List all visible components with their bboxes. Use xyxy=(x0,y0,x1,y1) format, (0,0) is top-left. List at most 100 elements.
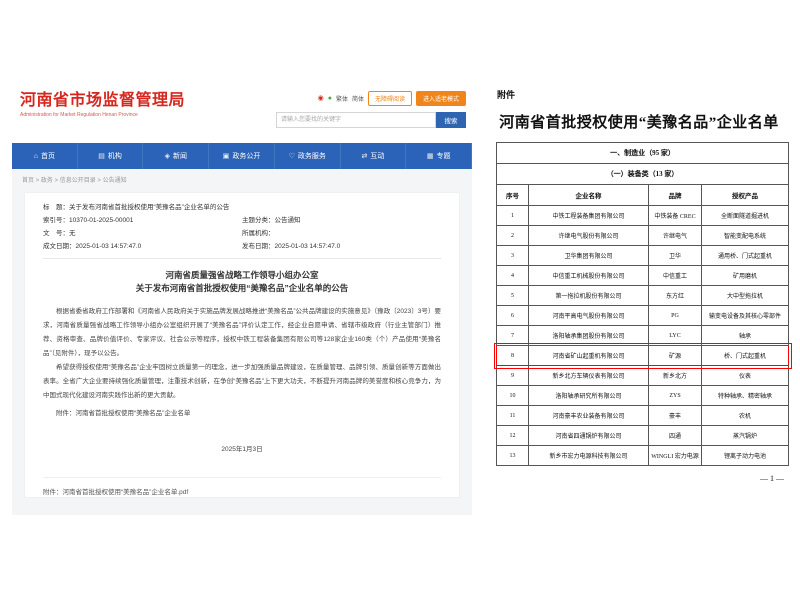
attachment-title: 河南省首批授权使用“美豫名品”企业名单 xyxy=(480,111,798,132)
cell-brand: 矿源 xyxy=(649,346,702,366)
gov-service-icon: ♡ xyxy=(289,152,295,160)
cell-company: 洛阳轴承研究所有限公司 xyxy=(529,386,649,406)
main-nav: ⌂ 首页 ▤ 机构 ◈ 新闻 ▣ 政务公开 ♡ 政务服务 ⇄ 互动 ▦ 专题 xyxy=(12,143,472,169)
cell-product: 桥、门式起重机 xyxy=(702,346,789,366)
cell-no: 8 xyxy=(497,346,529,366)
cell-brand: 新乡北方 xyxy=(649,366,702,386)
cell-product: 矿用磨机 xyxy=(702,266,789,286)
cell-no: 1 xyxy=(497,206,529,226)
cell-company: 新乡市宏力电源科技有限公司 xyxy=(529,446,649,466)
cell-product: 蒸汽锅炉 xyxy=(702,426,789,446)
cell-no: 11 xyxy=(497,406,529,426)
cell-brand: 四通 xyxy=(649,426,702,446)
cell-company: 河南省矿山起重机有限公司 xyxy=(529,346,649,366)
breadcrumb-separator: > xyxy=(96,178,103,184)
breadcrumb-item[interactable]: 首页 xyxy=(22,178,34,184)
cell-company: 河南省四通锅炉有限公司 xyxy=(529,426,649,446)
table-section-equipment: （一）装备类（13 家） xyxy=(497,164,789,185)
meta-published-date: 发布日期：2025-01-03 14:57:47.0 xyxy=(242,240,441,253)
site-main: 首页 > 政务 > 信息公开目录 > 公告通知 标 题： 关于发布河南省首批授权… xyxy=(12,169,472,515)
cell-product: 大中型拖拉机 xyxy=(702,286,789,306)
interact-icon: ⇄ xyxy=(362,152,368,160)
search-button[interactable]: 搜索 xyxy=(436,112,466,128)
breadcrumb-item[interactable]: 政务 xyxy=(41,178,53,184)
special-icon: ▦ xyxy=(427,152,434,160)
nav-item-org[interactable]: ▤ 机构 xyxy=(78,143,144,169)
table-row: 11 河南豪丰农业装备有限公司 豪丰 农机 xyxy=(497,406,789,426)
cell-brand: LYC xyxy=(649,326,702,346)
attachment-pdf-link[interactable]: 附件：河南省首批授权使用“美豫名品”企业名单.pdf xyxy=(43,489,188,496)
nav-item-special[interactable]: ▦ 专题 xyxy=(406,143,472,169)
meta-title-value: 关于发布河南省首批授权使用“美豫名品”企业名单的公告 xyxy=(69,201,229,214)
article-title: 河南省质量强省战略工作领导小组办公室 关于发布河南省首批授权使用“美豫名品”企业… xyxy=(43,269,441,295)
attachment-row: 附件：河南省首批授权使用“美豫名品”企业名单.pdf xyxy=(43,477,441,498)
breadcrumb-separator: > xyxy=(34,178,41,184)
article-paragraph-1: 根据省委省政府工作部署和《河南省人民政府关于实施品牌发展战略推进“美豫名品”公共… xyxy=(43,305,441,361)
cell-company: 河南平高电气股份有限公司 xyxy=(529,306,649,326)
cell-product: 全断面隧道掘进机 xyxy=(702,206,789,226)
table-row: 12 河南省四通锅炉有限公司 四通 蒸汽锅炉 xyxy=(497,426,789,446)
nav-item-news[interactable]: ◈ 新闻 xyxy=(143,143,209,169)
gov-website-panel: 河南省市场监督管理局 Administration for Market Reg… xyxy=(12,85,472,515)
breadcrumb: 首页 > 政务 > 信息公开目录 > 公告通知 xyxy=(12,169,472,188)
meta-org: 所属机构： xyxy=(242,227,441,240)
nav-item-gov-open[interactable]: ▣ 政务公开 xyxy=(209,143,275,169)
attachment-document: 附件 河南省首批授权使用“美豫名品”企业名单 一、制造业（95 家） （一）装备… xyxy=(480,88,798,483)
table-section-manufacturing: 一、制造业（95 家） xyxy=(497,143,789,164)
nav-item-home[interactable]: ⌂ 首页 xyxy=(12,143,78,169)
table-row: 10 洛阳轴承研究所有限公司 ZYS 特种轴承、精密轴承 xyxy=(497,386,789,406)
table-row: 2 许继电气股份有限公司 许继电气 智能变配电系统 xyxy=(497,226,789,246)
nav-item-gov-service[interactable]: ♡ 政务服务 xyxy=(275,143,341,169)
table-row: 7 洛阳轴承集团股份有限公司 LYC 轴承 xyxy=(497,326,789,346)
nav-item-interact[interactable]: ⇄ 互动 xyxy=(341,143,407,169)
cell-no: 10 xyxy=(497,386,529,406)
home-icon: ⌂ xyxy=(34,153,38,160)
cell-no: 13 xyxy=(497,446,529,466)
weibo-icon[interactable]: ◉ xyxy=(318,95,324,102)
table-header-row: 序号 企业名称 品牌 授权产品 xyxy=(497,185,789,206)
cell-brand: 许继电气 xyxy=(649,226,702,246)
article-title-line1: 河南省质量强省战略工作领导小组办公室 xyxy=(43,269,441,282)
announcement-card: 标 题： 关于发布河南省首批授权使用“美豫名品”企业名单的公告 索引号：1037… xyxy=(24,192,460,498)
cell-company: 洛阳轴承集团股份有限公司 xyxy=(529,326,649,346)
breadcrumb-item[interactable]: 信息公开目录 xyxy=(60,178,96,184)
site-logo-subtitle: Administration for Market Regulation Hen… xyxy=(20,112,185,118)
cell-brand: 中铁装备 CREC xyxy=(649,206,702,226)
article-paragraph-2: 希望获得授权使用“美豫名品”企业牢固树立质量第一的理念，进一步加强质量品牌建设，… xyxy=(43,361,441,403)
cell-brand: 东方红 xyxy=(649,286,702,306)
lang-simplified-link[interactable]: 简体 xyxy=(352,94,364,103)
cell-product: 特种轴承、精密轴承 xyxy=(702,386,789,406)
accessibility-button[interactable]: 无障碍阅读 xyxy=(368,91,412,106)
table-row: 5 第一拖拉机股份有限公司 东方红 大中型拖拉机 xyxy=(497,286,789,306)
cell-company: 中信重工机械股份有限公司 xyxy=(529,266,649,286)
cell-product: 农机 xyxy=(702,406,789,426)
table-row: 6 河南平高电气股份有限公司 PG 输变电设备及其核心零部件 xyxy=(497,306,789,326)
gov-open-icon: ▣ xyxy=(223,152,230,160)
article-attachment-line: 附件：河南省首批授权使用“美豫名品”企业名单 xyxy=(43,407,441,421)
table-row-highlighted: 8 河南省矿山起重机有限公司 矿源 桥、门式起重机 xyxy=(497,346,789,366)
cell-company: 卫华集团有限公司 xyxy=(529,246,649,266)
lang-traditional-link[interactable]: 繁体 xyxy=(336,94,348,103)
cell-no: 6 xyxy=(497,306,529,326)
col-header-company: 企业名称 xyxy=(529,185,649,206)
table-row: 3 卫华集团有限公司 卫华 通用桥、门式起重机 xyxy=(497,246,789,266)
cell-no: 3 xyxy=(497,246,529,266)
cell-no: 12 xyxy=(497,426,529,446)
cell-brand: 豪丰 xyxy=(649,406,702,426)
companies-table: 一、制造业（95 家） （一）装备类（13 家） 序号 企业名称 品牌 授权产品… xyxy=(496,142,789,466)
table-row: 4 中信重工机械股份有限公司 中信重工 矿用磨机 xyxy=(497,266,789,286)
cell-brand: ZYS xyxy=(649,386,702,406)
cell-product: 通用桥、门式起重机 xyxy=(702,246,789,266)
cell-no: 9 xyxy=(497,366,529,386)
cell-company: 许继电气股份有限公司 xyxy=(529,226,649,246)
wechat-icon[interactable]: ● xyxy=(328,95,332,102)
elder-mode-button[interactable]: 进入适老模式 xyxy=(416,91,466,106)
site-header: 河南省市场监督管理局 Administration for Market Reg… xyxy=(12,85,472,143)
search-input[interactable] xyxy=(276,112,436,128)
col-header-no: 序号 xyxy=(497,185,529,206)
meta-written-date: 成文日期：2025-01-03 14:57:47.0 xyxy=(43,240,242,253)
table-row: 9 新乡北方车辆仪表有限公司 新乡北方 仪表 xyxy=(497,366,789,386)
site-logo: 河南省市场监督管理局 Administration for Market Reg… xyxy=(20,92,185,118)
breadcrumb-item[interactable]: 公告通知 xyxy=(103,178,127,184)
cell-brand: 卫华 xyxy=(649,246,702,266)
